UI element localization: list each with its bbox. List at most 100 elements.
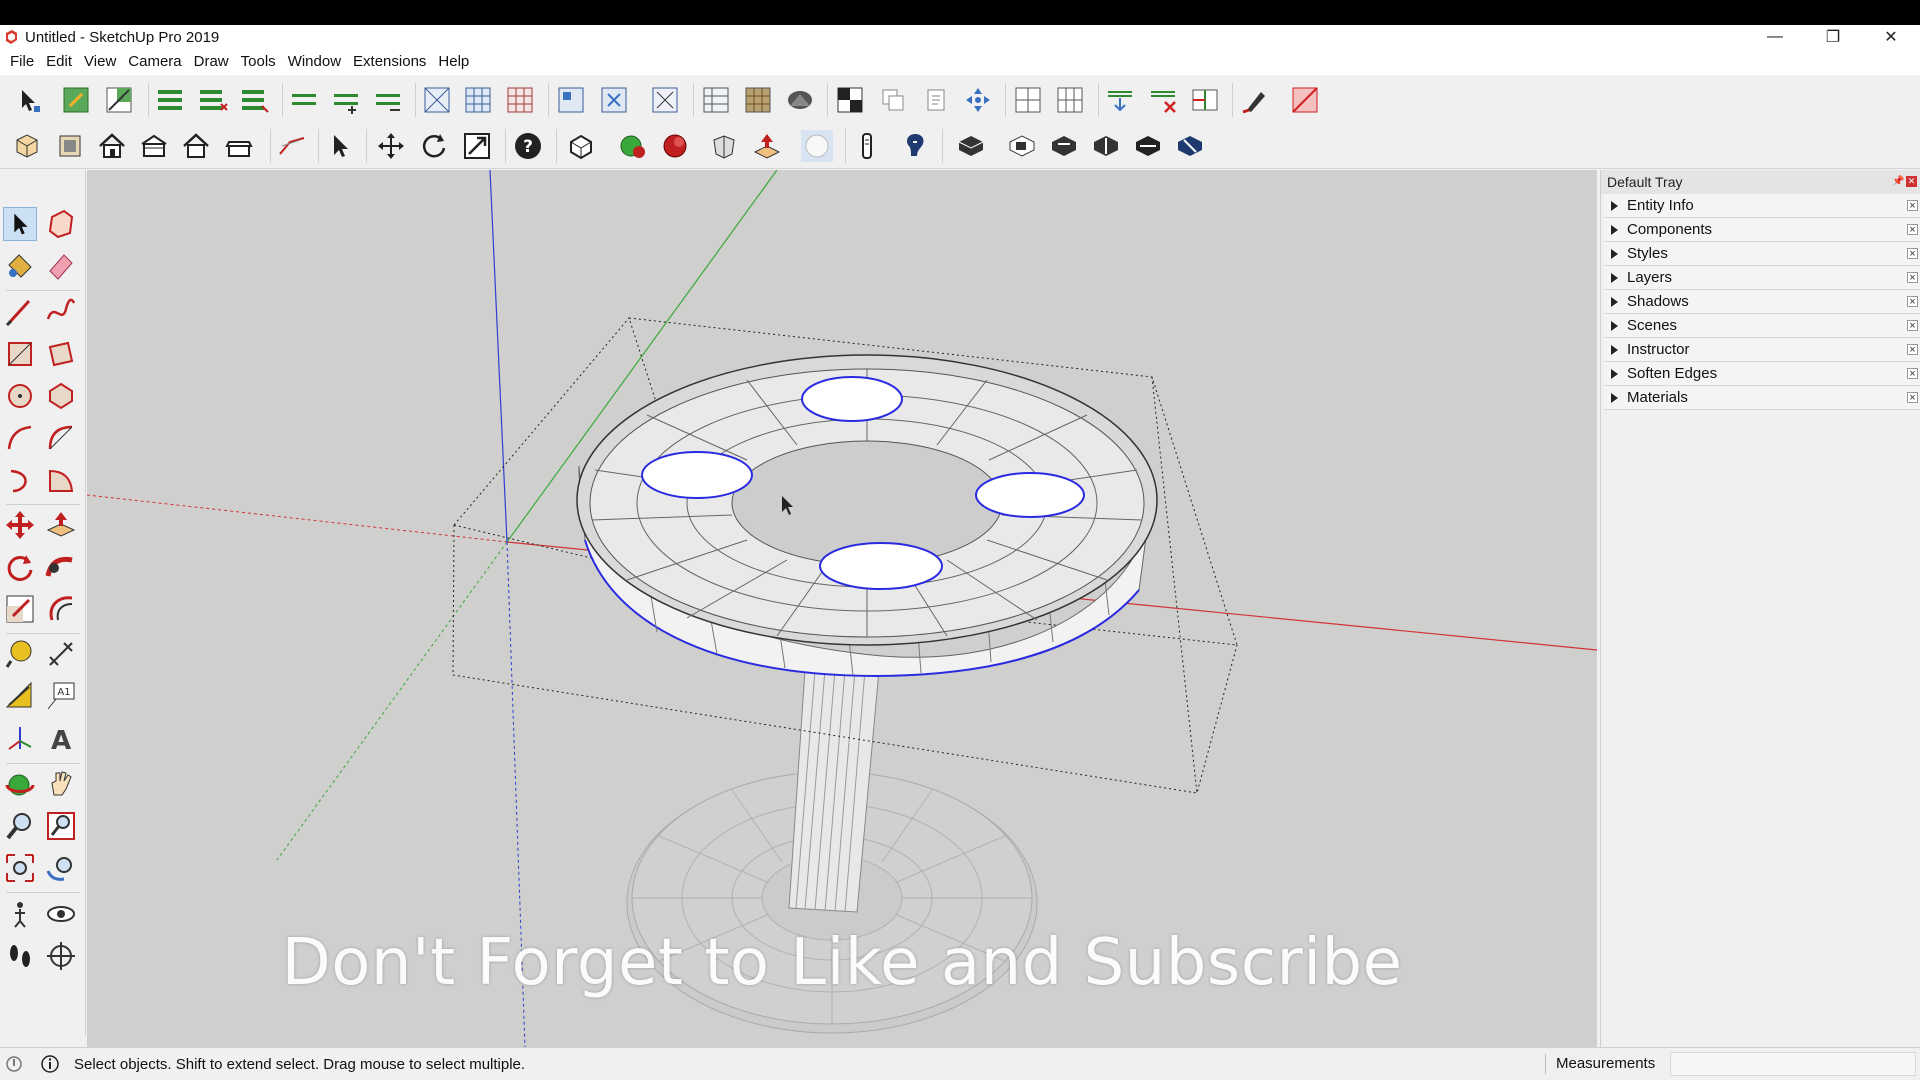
photo-textures-icon[interactable] [784,84,816,116]
panel-close-icon[interactable]: × [1907,224,1918,236]
guide-add-icon[interactable] [330,84,362,116]
front-view-icon[interactable] [96,130,128,162]
previous-view-tool-icon[interactable] [44,851,78,885]
panel-close-icon[interactable]: × [1907,320,1918,332]
follow-me-icon[interactable] [276,130,308,162]
panel-shadows[interactable]: Shadows × [1604,290,1920,314]
menu-tools[interactable]: Tools [235,49,282,75]
menu-camera[interactable]: Camera [122,49,187,75]
pie-tool-icon[interactable] [44,463,78,497]
line-tool-icon[interactable] [3,295,37,329]
panel-soften-edges[interactable]: Soften Edges × [1604,362,1920,386]
box-shape-6-icon[interactable] [1174,130,1206,162]
panel-close-icon[interactable]: × [1907,392,1918,404]
move-tool-icon[interactable] [3,508,37,542]
copy-icon[interactable] [877,84,909,116]
quad-view-icon[interactable] [1054,84,1086,116]
rotate-tool-icon[interactable] [3,550,37,584]
move-arrows-icon[interactable] [962,84,994,116]
shadow-toggle-icon[interactable] [834,84,866,116]
arc-tool-icon[interactable] [3,421,37,455]
panel-components[interactable]: Components × [1604,218,1920,242]
paint-bucket-icon[interactable] [3,249,37,283]
pencil-edit-icon[interactable] [1239,84,1271,116]
rectangle-tool-icon[interactable] [3,337,37,371]
help-icon[interactable]: ? [512,130,544,162]
select-tool-icon[interactable] [3,207,37,241]
sphere-icon[interactable] [801,130,833,162]
panel-layers[interactable]: Layers × [1604,266,1920,290]
grid-panel-icon[interactable] [700,84,732,116]
measurements-input[interactable] [1670,1052,1916,1076]
modeling-viewport[interactable]: Don't Forget to Like and Subscribe [87,170,1597,1047]
circle-tool-icon[interactable] [3,379,37,413]
back-view-icon[interactable] [180,130,212,162]
restore-button[interactable]: ❐ [1804,25,1862,49]
geolocation-icon[interactable] [4,1054,24,1074]
scale-tool-icon[interactable] [3,592,37,626]
tape-measure-tool-icon[interactable] [3,637,37,671]
panel-entity-info[interactable]: Entity Info × [1604,194,1920,218]
figure-icon[interactable] [851,130,883,162]
panel-close-icon[interactable]: × [1907,368,1918,380]
menu-window[interactable]: Window [282,49,347,75]
box-shape-5-icon[interactable] [1132,130,1164,162]
select-tool-icon[interactable] [12,84,44,116]
protractor-tool-icon[interactable] [3,679,37,713]
align-right-icon[interactable] [238,84,270,116]
split-view-icon[interactable] [1012,84,1044,116]
polygon-tool-icon[interactable] [44,379,78,413]
pin-icon[interactable]: 📌 [1892,176,1904,188]
panel-close-icon[interactable]: × [1907,344,1918,356]
menu-edit[interactable]: Edit [40,49,78,75]
3d-text-tool-icon[interactable]: A [44,721,78,755]
push-pull-tool-icon[interactable] [751,130,783,162]
panel-close-icon[interactable]: × [1907,248,1918,260]
move-tool-icon[interactable] [375,130,407,162]
box-shape-2-icon[interactable] [1006,130,1038,162]
right-view-icon[interactable] [138,130,170,162]
minimize-button[interactable]: — [1746,25,1804,49]
rotate-tool-icon[interactable] [418,130,450,162]
guide-line-icon[interactable] [288,84,320,116]
wireframe-view-icon[interactable] [462,84,494,116]
pan-tool-icon[interactable] [44,767,78,801]
position-camera-tool-icon[interactable] [3,897,37,931]
dimension-tool-icon[interactable] [44,637,78,671]
panel-materials[interactable]: Materials × [1604,386,1920,410]
make-component-icon[interactable] [60,84,92,116]
info-icon[interactable] [40,1054,60,1074]
walk-tool-icon[interactable] [3,939,37,973]
follow-me-tool-icon[interactable] [44,550,78,584]
menu-file[interactable]: File [4,49,40,75]
two-point-arc-tool-icon[interactable] [44,421,78,455]
freehand-tool-icon[interactable] [44,295,78,329]
eraser-icon[interactable] [44,249,78,283]
warehouse-icon[interactable] [899,130,931,162]
box-shape-3-icon[interactable] [1048,130,1080,162]
section-plane-icon[interactable] [1189,84,1221,116]
section-plane-tool-icon[interactable] [44,939,78,973]
left-view-icon[interactable] [223,130,255,162]
scale-tool-top-icon[interactable] [103,84,135,116]
grid-cross-icon[interactable] [649,84,681,116]
paste-icon[interactable] [920,84,952,116]
pointer-icon[interactable] [324,130,356,162]
orbit-tool-icon[interactable] [3,767,37,801]
solid-subtract-icon[interactable] [659,130,691,162]
trim-icon[interactable] [708,130,740,162]
guide-remove-icon[interactable] [372,84,404,116]
panel-close-icon[interactable]: × [1907,272,1918,284]
menu-extensions[interactable]: Extensions [347,49,432,75]
red-square-icon[interactable] [1289,84,1321,116]
box-shape-1-icon[interactable] [955,130,987,162]
zoom-extents-tool-icon[interactable] [3,851,37,885]
align-left-icon[interactable] [154,84,186,116]
panel-instructor[interactable]: Instructor × [1604,338,1920,362]
panel-scenes[interactable]: Scenes × [1604,314,1920,338]
box-shape-4-icon[interactable] [1090,130,1122,162]
push-pull-tool-icon[interactable] [44,508,78,542]
push-down-icon[interactable] [1104,84,1136,116]
align-center-icon[interactable] [196,84,228,116]
tray-close-icon[interactable]: ✕ [1906,176,1917,187]
